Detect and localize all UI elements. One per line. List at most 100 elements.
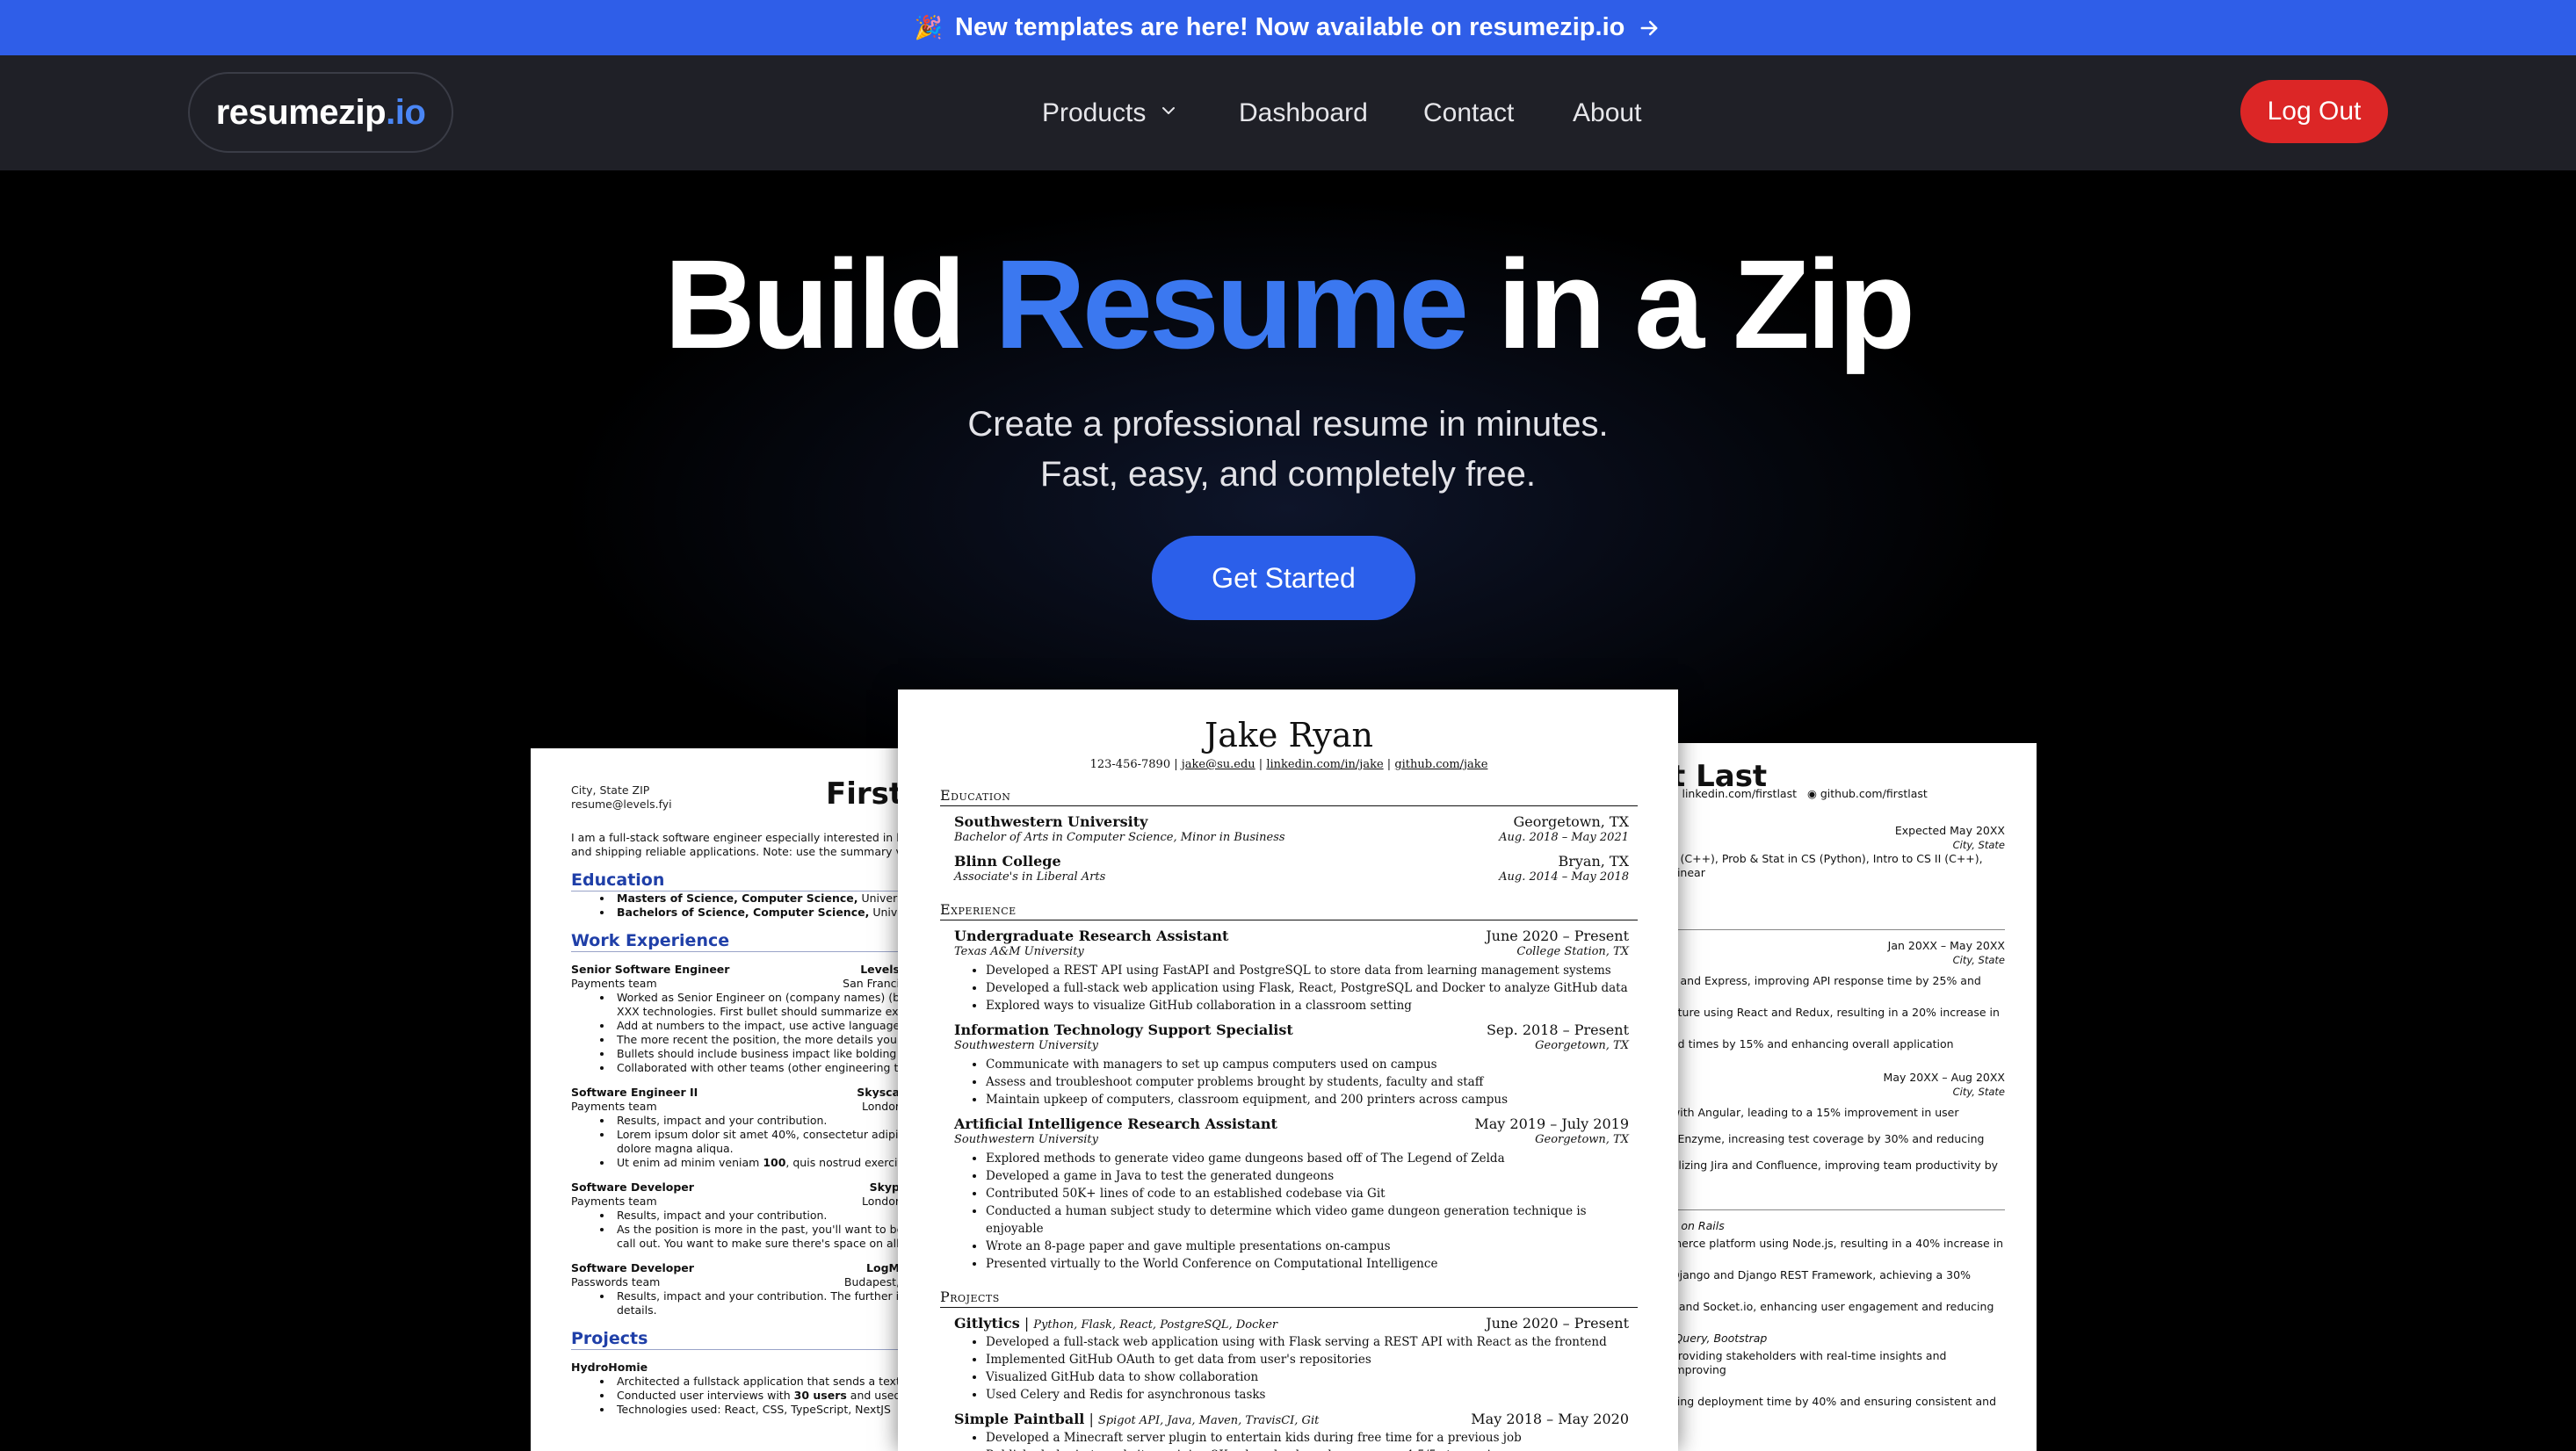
resume-right-content: t Last ▪ linkedin.com/firstlast ◉ github… <box>1671 762 2005 1409</box>
bullet-text: Django and Django REST Framework, achiev… <box>1671 1268 1971 1281</box>
resume-preview-right[interactable]: t Last ▪ linkedin.com/firstlast ◉ github… <box>1671 743 2037 1451</box>
project-tech: jQuery, Bootstrap <box>1671 1332 1768 1345</box>
list-item: Visualized GitHub data to show collabora… <box>986 1368 1638 1386</box>
date-range: Sep. 2018 – Present <box>1486 1021 1629 1038</box>
job-entry: Software Developer LogM Passwords team Bud… <box>571 1261 900 1317</box>
hero-subtitle: Create a professional resume in minutes.… <box>0 400 2576 500</box>
arrow-right-icon[interactable] <box>1637 16 1661 40</box>
logo[interactable]: resumezip .io <box>188 72 453 153</box>
email-link: jake@su.edu <box>1181 758 1255 771</box>
resume-right-education: Expected May 20XX City, State s (C++), P… <box>1671 824 2005 930</box>
location: City, State <box>1952 954 2005 966</box>
nav-about[interactable]: About <box>1573 55 1641 170</box>
linkedin-link: linkedin.com/in/jake <box>1266 758 1384 771</box>
project-heading: Gitlytics | Python, Flask, React, Postgr… <box>954 1315 1278 1332</box>
resume-right-links: ▪ linkedin.com/firstlast ◉ github.com/fi… <box>1671 787 2005 801</box>
list-item: As the position is more in the past, you… <box>613 1223 900 1251</box>
get-started-button[interactable]: Get Started <box>1152 536 1415 620</box>
list-item: Communicate with managers to set up camp… <box>986 1056 1638 1073</box>
job-entry: Senior Software Engineer Levels Payments … <box>571 963 900 1075</box>
list-item: Assess and troubleshoot computer problem… <box>986 1073 1638 1091</box>
resume-contact: 123-456-7890 | jake@su.edu | linkedin.co… <box>1089 758 1488 771</box>
projects-list: Gitlytics | Python, Flask, React, Postgr… <box>940 1315 1638 1451</box>
job-row: Artificial Intelligence Research Assista… <box>940 1115 1638 1132</box>
section-heading: Experience <box>940 901 1638 920</box>
logout-button[interactable]: Log Out <box>2240 80 2388 143</box>
list-item: Add at numbers to the impact, use active… <box>613 1019 900 1033</box>
date-range: May 2018 – May 2020 <box>1471 1411 1629 1427</box>
logo-main: resumezip <box>215 92 387 132</box>
list-item: Collaborated with other teams (other eng… <box>613 1061 900 1075</box>
list-item: Ut enim ad minim veniam 100, quis nostru… <box>613 1156 900 1170</box>
date-range: May 20XX – Aug 20XX <box>1883 1071 2005 1084</box>
chevron-down-icon <box>1158 98 1179 128</box>
hero-title-pre: Build <box>663 234 966 375</box>
bullet-text: ature using React and Redux, resulting i… <box>1671 1006 2000 1019</box>
announcement-text[interactable]: New templates are here! Now available on… <box>955 13 1624 42</box>
hero-title: Build Resume in a Zip <box>0 230 2576 379</box>
github-icon: ◉ <box>1806 787 1817 800</box>
project-tech: Spigot API, Java, Maven, TravisCI, Git <box>1097 1414 1320 1427</box>
location: Georgetown, TX <box>1535 1039 1629 1052</box>
resume-left-content: City, State ZIP resume@levels.fyi First … <box>571 776 900 1417</box>
section-heading: Education <box>571 872 900 892</box>
location: Georgetown, TX <box>1535 1133 1629 1146</box>
job-title: Information Technology Support Specialis… <box>954 1021 1293 1038</box>
list-item: Results, impact and your contribution. T… <box>613 1289 900 1317</box>
bullet-text: l Enzyme, increasing test coverage by 30… <box>1671 1132 1985 1145</box>
list-item: Developed a REST API using FastAPI and P… <box>986 962 1638 979</box>
nav-contact[interactable]: Contact <box>1423 55 1514 170</box>
list-item: Implemented GitHub OAuth to get data fro… <box>986 1351 1638 1368</box>
date-range: June 2020 – Present <box>1486 1315 1629 1332</box>
bullet-list: Developed a full-stack web application u… <box>986 1333 1638 1404</box>
nav-dashboard[interactable]: Dashboard <box>1239 55 1368 170</box>
list-item: Results, impact and your contribution. <box>613 1114 900 1128</box>
project-heading: Simple Paintball | Spigot API, Java, Mav… <box>954 1411 1320 1427</box>
bullet-list: Developed a Minecraft server plugin to e… <box>986 1429 1638 1451</box>
experience-list: Undergraduate Research Assistant June 202… <box>940 928 1638 1273</box>
list-item: Explored ways to visualize GitHub collab… <box>986 997 1638 1014</box>
school-name: Blinn College <box>954 853 1061 870</box>
resume-left-summary: I am a full-stack software engineer espe… <box>571 831 900 858</box>
list-item: Contributed 50K+ lines of code to an est… <box>986 1185 1638 1202</box>
date-range: June 2020 – Present <box>1486 928 1629 944</box>
resume-preview-center[interactable]: Jake Ryan 123-456-7890 | jake@su.edu | l… <box>898 689 1678 1451</box>
list-item: Maintain upkeep of computers, classroom … <box>986 1091 1638 1108</box>
school-location: Bryan, TX <box>1558 853 1629 870</box>
bullet-text: t and Socket.io, enhancing user engageme… <box>1671 1300 1994 1313</box>
nav-products[interactable]: Products <box>1042 55 1179 170</box>
bullet-text: with Angular, leading to a 15% improveme… <box>1671 1106 1959 1119</box>
date-range: Expected May 20XX <box>1894 824 2005 837</box>
list-item: Architected a fullstack application that… <box>613 1375 900 1389</box>
job-detail: Southwestern University Georgetown, TX <box>940 1132 1638 1148</box>
bullet-text: tilizing Jira and Confluence, improving … <box>1671 1159 1999 1172</box>
resume-preview-left[interactable]: City, State ZIP resume@levels.fyi First … <box>531 748 900 1451</box>
degree: Bachelor of Arts in Computer Science, Mi… <box>954 831 1285 844</box>
list-item: Presented virtually to the World Confere… <box>986 1255 1638 1273</box>
hero-title-post: in a Zip <box>1497 234 1915 375</box>
list-item: Results, impact and your contribution. <box>613 1209 900 1223</box>
bullet-list: Communicate with managers to set up camp… <box>986 1056 1638 1108</box>
date-range: Aug. 2018 – May 2021 <box>1499 831 1629 844</box>
list-item: Published plugin to websites gaining 2K+… <box>986 1447 1638 1451</box>
education-list: Masters of Science, Computer Science, Un… <box>613 892 900 920</box>
list-item: Explored methods to generate video game … <box>986 1150 1638 1167</box>
project-row: Gitlytics | Python, Flask, React, Postgr… <box>940 1315 1638 1332</box>
hero-subtitle-line1: Create a professional resume in minutes. <box>967 405 1609 444</box>
job-row: Information Technology Support Specialis… <box>940 1021 1638 1038</box>
hero-title-accent: Resume <box>994 234 1469 375</box>
degree: Associate's in Liberal Arts <box>954 870 1106 884</box>
job-title: Artificial Intelligence Research Assista… <box>954 1115 1277 1132</box>
bullet-text: s and Express, improving API response ti… <box>1671 974 1981 987</box>
bullet-text: merce platform using Node.js, resulting … <box>1671 1237 2004 1250</box>
organization: Southwestern University <box>954 1133 1098 1146</box>
list-item: Masters of Science, Computer Science, Un… <box>613 892 900 906</box>
announcement-bar[interactable]: 🎉 New templates are here! Now available … <box>0 0 2576 55</box>
resume-right-job: May 20XX – Aug 20XX City, State with Ang… <box>1671 1071 2005 1210</box>
resume-left-name: First <box>826 776 900 812</box>
job-title: Undergraduate Research Assistant <box>954 928 1229 944</box>
list-item: The more recent the position, the more d… <box>613 1033 900 1047</box>
location: City, State <box>1952 839 2005 851</box>
job-entry: Software Engineer II Skysca Payments team… <box>571 1086 900 1170</box>
logo-suffix: .io <box>386 92 426 132</box>
